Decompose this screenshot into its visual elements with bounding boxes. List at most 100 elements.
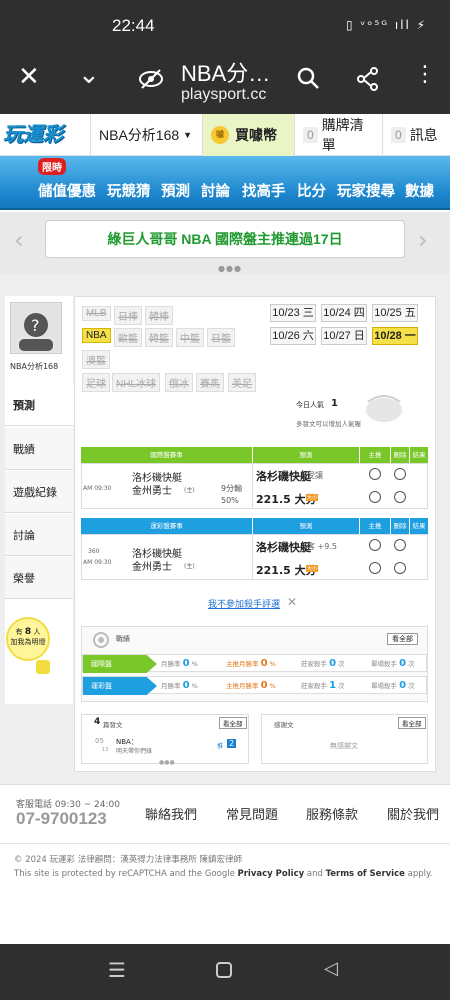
site-logo[interactable]: 玩運彩 — [3, 118, 63, 147]
sport-horse[interactable]: 賽馬 — [196, 373, 224, 392]
sport-kor-baseball[interactable]: 韓棒 — [145, 306, 173, 325]
rec-value: 0 — [399, 658, 407, 669]
rec-label: 月勝率 — [161, 682, 181, 690]
lottery-del-radio-1[interactable] — [394, 539, 406, 551]
footer-link-about[interactable]: 關於我們 — [387, 804, 439, 823]
side-tab-honor[interactable]: 榮譽 — [5, 557, 73, 599]
nav-item-data[interactable]: 數據 — [405, 180, 434, 201]
sport-soccer[interactable]: 足球 — [82, 373, 110, 392]
nav-item-predict[interactable]: 預測 — [161, 180, 190, 201]
popularity-hint: 多發文可以增加人氣喔 — [296, 420, 361, 428]
date-1028-selected[interactable]: 10/28 一 — [372, 327, 418, 345]
rec-unit: % — [269, 682, 276, 690]
side-tab-predict[interactable]: 預測 — [5, 384, 75, 426]
search-icon[interactable] — [296, 66, 320, 90]
avatar[interactable]: ? — [10, 302, 62, 354]
side-tab-record[interactable]: 戰績 — [5, 428, 73, 470]
sport-us-football[interactable]: 美足 — [228, 373, 256, 392]
close-icon[interactable]: ✕ — [287, 595, 297, 609]
articles-view-all-button[interactable]: 看全部 — [219, 717, 247, 729]
page-url[interactable]: playsport.cc — [181, 86, 266, 104]
footer-divider — [0, 843, 450, 844]
articles-count: 4 — [94, 717, 101, 727]
footer-link-faq[interactable]: 常見問題 — [226, 804, 278, 823]
chevron-right-icon[interactable]: › — [418, 226, 428, 254]
side-tab-history[interactable]: 遊戲紀錄 — [5, 471, 73, 513]
lottery-pick-head: 預測 — [253, 518, 359, 534]
banner-slide[interactable]: 綠巨人哥哥 NBA 國際盤主推連過17日 — [45, 220, 405, 258]
articles-title: 篇發文 — [103, 721, 123, 729]
date-label: 10/24 — [323, 307, 351, 319]
back-icon[interactable]: ◁ — [324, 958, 338, 979]
footer-link-terms[interactable]: 服務條款 — [306, 804, 358, 823]
sport-jpn-baseball[interactable]: 日棒 — [114, 306, 142, 325]
intl-game-time: AM 09:30 — [83, 485, 112, 492]
sport-ru-hockey[interactable]: 俄冰 — [165, 373, 193, 392]
chevron-left-icon[interactable]: ‹ — [14, 226, 24, 254]
nav-item-experts[interactable]: 找高手 — [242, 180, 286, 201]
nav-item-topup[interactable]: 儲值優惠 — [38, 180, 96, 201]
intl-main-radio-2[interactable] — [369, 491, 381, 503]
intl-del-radio-2[interactable] — [394, 491, 406, 503]
sport-cn-basketball[interactable]: 中籃 — [176, 328, 204, 347]
carousel-dots[interactable]: ●●● — [218, 264, 242, 273]
sport-nhl[interactable]: NHL冰球 — [112, 373, 161, 392]
sport-jp-basketball[interactable]: 日籃 — [207, 328, 235, 347]
eye-off-icon[interactable] — [138, 68, 164, 90]
recents-icon[interactable]: ☰ — [108, 958, 126, 982]
article-subtitle[interactable]: 明天帶你們綠 — [116, 746, 152, 755]
intl-odds-note: 9分輸 — [221, 484, 243, 493]
side-tab-label: 討論 — [13, 528, 35, 542]
nav-item-search[interactable]: 玩家搜尋 — [337, 180, 395, 201]
intl-del-radio-1[interactable] — [394, 468, 406, 480]
footer-link-contact[interactable]: 聯絡我們 — [145, 804, 197, 823]
page-title[interactable]: NBA分… — [181, 56, 270, 88]
thanks-view-all-button[interactable]: 看全部 — [398, 717, 426, 729]
rec-unit: 次 — [408, 660, 415, 668]
lottery-del-radio-2[interactable] — [394, 562, 406, 574]
articles-dots[interactable]: ●●● — [159, 759, 175, 766]
date-1024[interactable]: 10/24 四 — [321, 304, 367, 322]
more-vert-icon[interactable]: ⋮ — [414, 62, 436, 87]
sport-mlb[interactable]: MLB — [82, 306, 111, 321]
buy-coin-button[interactable]: 噱 買噱幣 — [202, 114, 294, 156]
weekday-label: 五 — [404, 307, 416, 319]
cart-button[interactable]: 0 購牌清單 — [294, 114, 382, 156]
date-1027[interactable]: 10/27 日 — [321, 327, 367, 345]
terms-link[interactable]: Terms of Service — [326, 869, 405, 879]
sport-au-basketball[interactable]: 澳籃 — [82, 350, 110, 369]
rec-value: 0 — [182, 680, 190, 691]
close-icon[interactable]: ✕ — [18, 62, 40, 92]
record-view-all-button[interactable]: 看全部 — [387, 633, 418, 645]
service-phone[interactable]: 07-9700123 — [16, 809, 107, 829]
lottery-main-radio-1[interactable] — [369, 539, 381, 551]
date-1025[interactable]: 10/25 五 — [372, 304, 418, 322]
skip-killer-link[interactable]: 我不參加殺手評選 — [208, 597, 280, 610]
rec-label: 莊家殺手 — [301, 682, 327, 690]
side-tab-discussion[interactable]: 討論 — [5, 514, 73, 556]
follow-bulb-button[interactable]: 有 8 人 加我為明燈 — [6, 617, 50, 661]
status-time: 22:44 — [112, 16, 155, 35]
intl-pick1[interactable]: 洛杉磯快艇 — [256, 468, 311, 484]
sport-kor-basketball[interactable]: 韓籃 — [145, 328, 173, 347]
rec-unit: % — [191, 682, 198, 690]
privacy-link[interactable]: Privacy Policy — [238, 869, 305, 879]
user-menu[interactable]: NBA分析168 ▼ — [90, 114, 202, 156]
sport-euro-basketball[interactable]: 歐籃 — [114, 328, 142, 347]
rec-label: 單場殺手 — [371, 682, 397, 690]
message-button[interactable]: 0 訊息 — [382, 114, 450, 156]
sport-nba[interactable]: NBA — [82, 328, 111, 343]
date-1023[interactable]: 10/23 三 — [270, 304, 316, 322]
intl-team2: 金州勇士 — [132, 486, 172, 497]
chevron-down-icon[interactable]: ⌄ — [78, 60, 100, 90]
home-icon[interactable] — [216, 962, 232, 978]
nav-item-discuss[interactable]: 討論 — [201, 180, 230, 201]
lottery-main-radio-2[interactable] — [369, 562, 381, 574]
nav-item-guess[interactable]: 玩競猜 — [107, 180, 151, 201]
nav-item-score[interactable]: 比分 — [297, 180, 326, 201]
intl-main-radio-1[interactable] — [369, 468, 381, 480]
rec-unit: 次 — [408, 682, 415, 690]
share-icon[interactable] — [356, 66, 380, 92]
lottery-pick1[interactable]: 洛杉磯快艇 — [256, 539, 311, 555]
date-1026[interactable]: 10/26 六 — [270, 327, 316, 345]
